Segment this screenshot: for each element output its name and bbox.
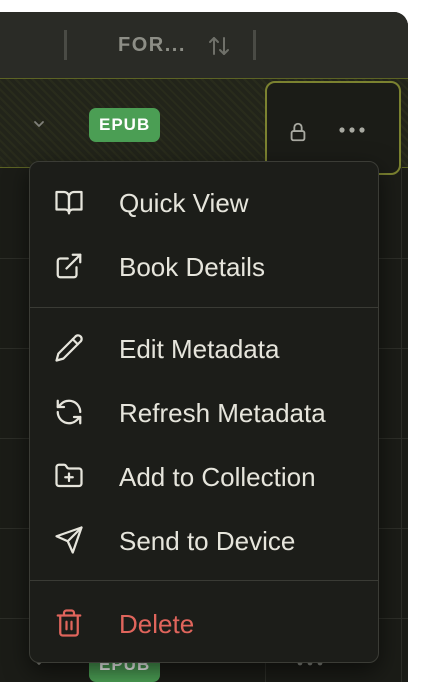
folder-plus-icon: [55, 463, 83, 488]
menu-item-label: Refresh Metadata: [119, 398, 326, 428]
row-actions-menu: Quick View Book Details Edit Metadata Re…: [29, 161, 379, 663]
menu-item-label: Book Details: [119, 252, 265, 282]
refresh-icon: [56, 399, 82, 425]
menu-item-refresh-metadata[interactable]: Refresh Metadata: [30, 384, 378, 440]
menu-item-label: Send to Device: [119, 526, 296, 556]
menu-item-label: Quick View: [119, 188, 249, 218]
more-options-icon[interactable]: [337, 123, 367, 137]
pencil-icon: [55, 334, 83, 362]
column-line: [401, 167, 402, 682]
menu-item-send-to-device[interactable]: Send to Device: [30, 512, 378, 568]
column-divider: [253, 30, 256, 60]
table-header: FOR...: [0, 12, 408, 79]
format-column-header[interactable]: FOR...: [118, 34, 186, 57]
menu-item-label: Delete: [119, 609, 195, 639]
send-icon: [55, 526, 83, 554]
menu-item-book-details[interactable]: Book Details: [30, 238, 378, 294]
menu-item-edit-metadata[interactable]: Edit Metadata: [30, 320, 378, 376]
format-badge: EPUB: [89, 108, 161, 142]
menu-divider: [30, 307, 378, 308]
menu-divider: [30, 580, 378, 581]
chevron-down-icon[interactable]: [31, 116, 47, 132]
sort-icon[interactable]: [207, 34, 231, 58]
menu-item-quick-view[interactable]: Quick View: [30, 174, 378, 230]
menu-item-label: Add to Collection: [119, 462, 316, 492]
trash-icon: [56, 609, 82, 637]
column-divider: [64, 30, 67, 60]
menu-item-add-to-collection[interactable]: Add to Collection: [30, 448, 378, 504]
book-open-icon: [55, 190, 83, 215]
menu-item-delete[interactable]: Delete: [30, 595, 378, 651]
menu-item-label: Edit Metadata: [119, 334, 280, 364]
lock-icon[interactable]: [287, 121, 309, 143]
external-link-icon: [56, 253, 82, 279]
